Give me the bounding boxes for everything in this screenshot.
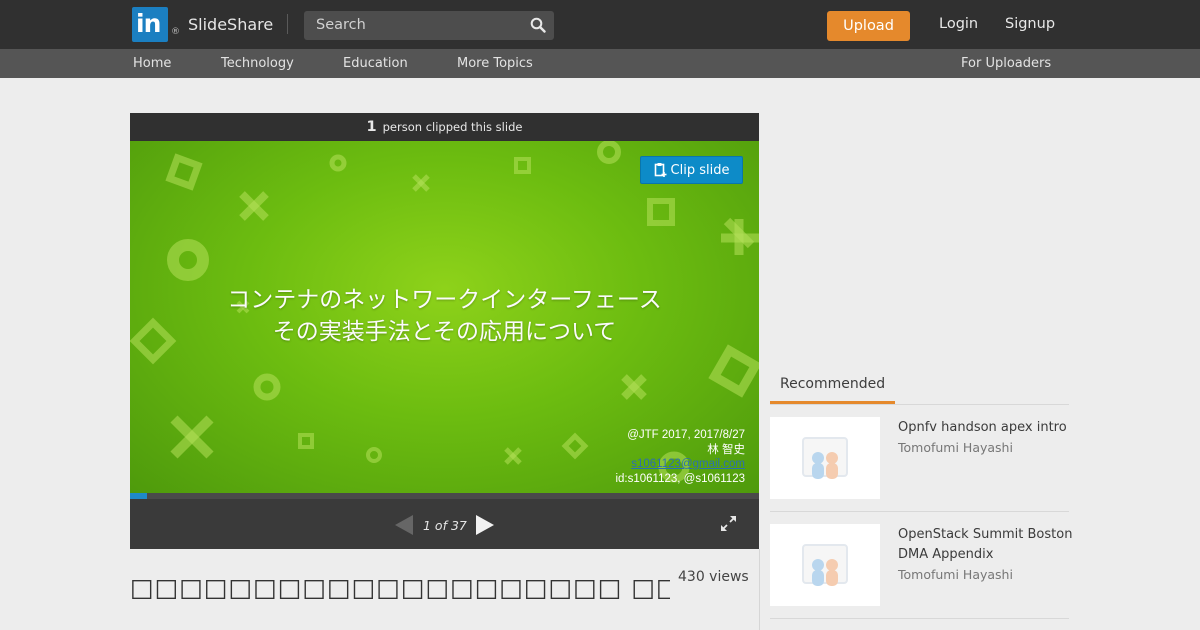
next-slide-icon[interactable] <box>476 515 494 535</box>
slide-view[interactable]: コンテナのネットワークインターフェース その実装手法とその応用について @JTF… <box>130 141 759 493</box>
nav-home[interactable]: Home <box>133 56 171 71</box>
upload-button[interactable]: Upload <box>827 11 910 41</box>
clip-icon <box>654 163 667 177</box>
header-divider <box>287 14 288 34</box>
nav-for-uploaders[interactable]: For Uploaders <box>961 56 1051 71</box>
search-placeholder: Search <box>316 17 366 33</box>
clip-slide-label: Clip slide <box>670 162 730 178</box>
signup-link[interactable]: Signup <box>1005 16 1055 32</box>
recommended-thumbnail[interactable] <box>770 417 880 499</box>
recommended-info: Opnfv handson apex intro Tomofumi Hayash… <box>898 418 1073 458</box>
slide-title-line2: その実装手法とその応用について <box>272 319 617 345</box>
recommended-thumbnail[interactable] <box>770 524 880 606</box>
recommended-author[interactable]: Tomofumi Hayashi <box>898 438 1073 458</box>
document-title: □□□□□□□□□□□□□□□□□□□□ □□□□□□□□□□□□□□□ <box>130 573 670 602</box>
nav-technology[interactable]: Technology <box>221 56 294 71</box>
slide-author: 林 智史 <box>707 443 745 456</box>
player-controls: 1 of 37 <box>130 499 759 549</box>
brand-name[interactable]: SlideShare <box>188 15 273 34</box>
tab-recommended[interactable]: Recommended <box>770 375 895 404</box>
sub-nav: Home Technology Education More Topics Fo… <box>0 49 1200 78</box>
linkedin-logo[interactable]: in <box>132 7 168 42</box>
slideshare-placeholder-icon <box>802 544 848 586</box>
fullscreen-icon[interactable] <box>721 516 736 531</box>
nav-education[interactable]: Education <box>343 56 408 71</box>
clip-count: 1 <box>366 119 377 135</box>
recommended-title[interactable]: OpenStack Summit Boston DMA Appendix <box>898 525 1073 565</box>
recommended-info: OpenStack Summit Boston DMA Appendix Tom… <box>898 525 1073 585</box>
registered-mark: ® <box>171 27 180 37</box>
nav-more-topics[interactable]: More Topics <box>457 56 533 71</box>
login-link[interactable]: Login <box>939 16 978 32</box>
slide-event: @JTF 2017, 2017/8/27 <box>627 429 745 441</box>
slideshare-placeholder-icon <box>802 437 848 479</box>
clip-count-bar: 1 person clipped this slide <box>130 113 759 141</box>
recommended-item[interactable]: OpenStack Summit Boston DMA Appendix Tom… <box>770 512 1072 619</box>
slide-email[interactable]: s1061123@gmail.com <box>615 457 745 472</box>
search-icon[interactable] <box>530 17 546 33</box>
top-bar: in ® SlideShare Search Upload Login Sign… <box>0 0 1200 49</box>
recommended-title[interactable]: Opnfv handson apex intro <box>898 418 1073 438</box>
column-divider <box>759 549 760 630</box>
page-indicator: 1 of 37 <box>423 518 467 533</box>
clip-count-text: person clipped this slide <box>382 120 523 134</box>
search-input[interactable]: Search <box>304 11 554 40</box>
recommended-item[interactable]: Opnfv handson apex intro Tomofumi Hayash… <box>770 405 1069 512</box>
view-count: 430 views <box>678 569 749 585</box>
clip-slide-button[interactable]: Clip slide <box>640 156 743 184</box>
slide-ids: id:s1061123, @s1061123 <box>615 472 745 485</box>
recommended-author[interactable]: Tomofumi Hayashi <box>898 565 1073 585</box>
slide-title-line1: コンテナのネットワークインターフェース <box>227 287 662 313</box>
slide-info: @JTF 2017, 2017/8/27 林 智史 s1061123@gmail… <box>615 428 745 486</box>
prev-slide-icon[interactable] <box>395 515 413 535</box>
